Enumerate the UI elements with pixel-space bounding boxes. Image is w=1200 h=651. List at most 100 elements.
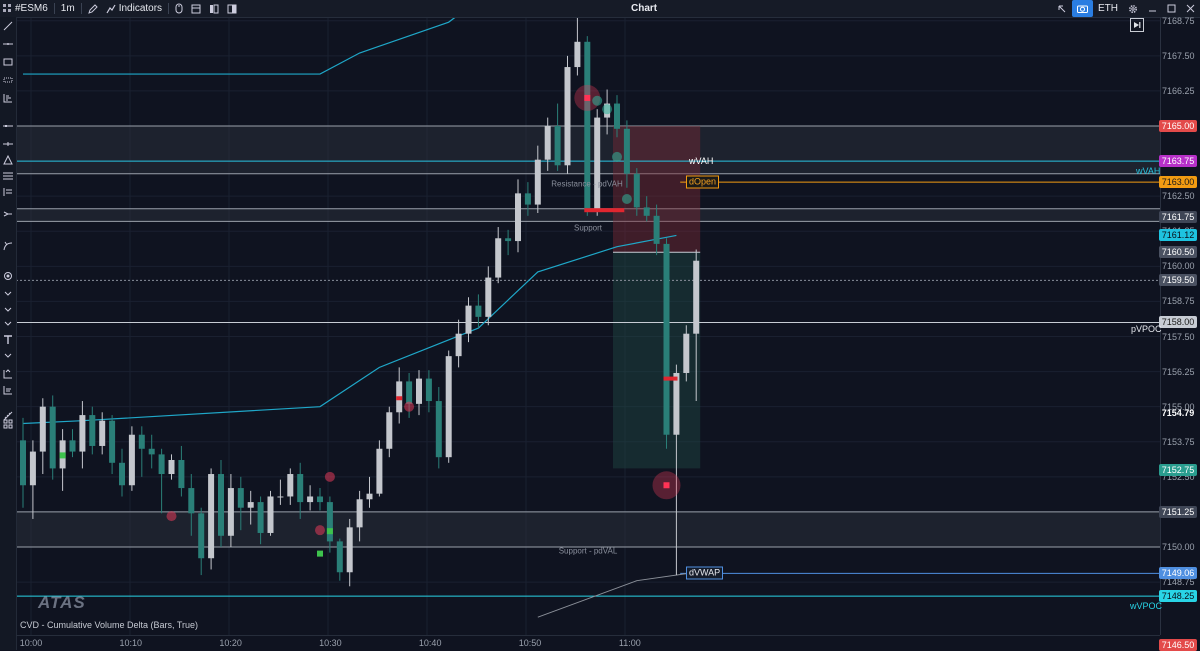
symbol-selector[interactable]: #ESM6 <box>0 0 52 17</box>
cross-line-tool[interactable] <box>1 137 15 151</box>
channel-tool[interactable] <box>1 185 15 199</box>
magnet-icon <box>4 272 12 280</box>
drawing-tool-button[interactable] <box>84 0 102 17</box>
candle-body-26 <box>277 496 284 498</box>
dopen-label: dOpen <box>686 175 720 189</box>
price-tick: 7160.00 <box>1162 261 1195 272</box>
price-range-icon <box>3 369 12 379</box>
imbalance-red-2 <box>396 396 403 401</box>
zoom-tool[interactable] <box>1 303 15 317</box>
horizontal-line-icon <box>3 43 13 45</box>
indicators-button[interactable]: Indicators <box>102 0 166 17</box>
price-tick: 7156.25 <box>1162 366 1195 377</box>
candle-body-29 <box>307 496 314 503</box>
symbol-label: #ESM6 <box>15 3 48 14</box>
price-range-tool[interactable] <box>1 367 15 381</box>
resistance-zone-label: Resistance - pdVAH <box>551 179 623 189</box>
profile-tool[interactable] <box>1 91 15 105</box>
candle-body-50 <box>515 193 521 242</box>
candle-body-25 <box>267 496 274 533</box>
candle-body-33 <box>346 527 353 573</box>
imbalance-green-2 <box>317 550 323 557</box>
grid-icon <box>3 419 13 429</box>
candle-body-20 <box>218 474 224 536</box>
price-label: 7165.00 <box>1159 120 1197 132</box>
mouse-mode-button[interactable] <box>171 0 187 17</box>
price-tick: 7167.50 <box>1162 50 1195 61</box>
settings-button[interactable] <box>1123 0 1143 17</box>
candle-body-23 <box>247 502 254 508</box>
curve-tool[interactable] <box>1 239 15 253</box>
crosshair-button[interactable] <box>1052 0 1072 17</box>
close-icon <box>1186 4 1195 13</box>
atas-logo: ATAS <box>38 593 86 613</box>
range-tool[interactable] <box>1 73 15 87</box>
collapse-tools-button[interactable] <box>1 349 15 363</box>
panel-toggle-button[interactable] <box>223 0 241 17</box>
session-selector[interactable]: ETH <box>1093 0 1123 17</box>
price-label: 7158.00 <box>1159 316 1197 329</box>
candle-body-10 <box>119 462 125 486</box>
support-zone-label: Support <box>573 223 603 233</box>
maximize-button[interactable] <box>1162 0 1181 17</box>
horizontal-line-tool[interactable] <box>1 37 15 51</box>
small-signal-3 <box>404 401 415 412</box>
imbalance-green-1 <box>326 528 333 535</box>
candle-body-5 <box>69 440 76 452</box>
templates-button[interactable] <box>187 0 205 17</box>
line-tool[interactable] <box>1 19 15 33</box>
candle-body-65 <box>663 243 670 435</box>
candle-body-22 <box>237 488 244 508</box>
candle-body-40 <box>416 378 422 404</box>
triangle-tool[interactable] <box>1 153 15 167</box>
layout-button[interactable] <box>205 0 223 17</box>
date-range-tool[interactable] <box>1 383 15 397</box>
price-label: 7149.06 <box>1159 567 1197 580</box>
pitchfork-icon <box>3 211 12 217</box>
candle-body-11 <box>128 434 135 486</box>
price-tick: 7157.50 <box>1162 331 1195 342</box>
remove-drawings-tool[interactable] <box>1 417 15 431</box>
candle-body-30 <box>317 496 323 503</box>
candle-body-60 <box>614 103 620 129</box>
time-axis[interactable] <box>16 635 1160 651</box>
text-icon <box>4 335 12 344</box>
pvpoc-label: pVPOC <box>1131 324 1162 335</box>
close-button[interactable] <box>1181 0 1200 17</box>
price-label: 7163.00 <box>1159 176 1197 189</box>
minimize-button[interactable] <box>1143 0 1162 17</box>
candle-body-63 <box>643 207 650 216</box>
replay-button[interactable] <box>1130 18 1144 32</box>
candle-body-15 <box>168 459 175 475</box>
small-signal-2 <box>315 525 325 536</box>
text-tool[interactable] <box>1 333 15 347</box>
timeframe-selector[interactable]: 1m <box>57 0 79 17</box>
expand-tools-button[interactable] <box>1 287 15 301</box>
price-label: 7163.75 <box>1159 155 1197 168</box>
screenshot-button[interactable] <box>1072 0 1093 17</box>
chevron-down-icon <box>4 291 12 296</box>
signal-dot-0 <box>584 94 591 101</box>
pencil-icon <box>87 3 98 14</box>
candle-body-66 <box>673 372 680 435</box>
top-toolbar: #ESM6 1m Indicators <box>0 0 1200 18</box>
candle-body-58 <box>594 117 601 211</box>
atas-logo-text: ATAS <box>38 593 86 612</box>
fib-tool[interactable] <box>1 169 15 183</box>
signal-dot-1 <box>663 482 670 489</box>
magnet-tool[interactable] <box>1 269 15 283</box>
candle-body-31 <box>326 502 333 542</box>
cvd-indicator-label[interactable]: CVD - Cumulative Volume Delta (Bars, Tru… <box>20 620 198 630</box>
candle-body-0 <box>20 440 26 486</box>
candle-body-44 <box>455 333 462 357</box>
toolbar-divider <box>168 3 170 14</box>
mouse-icon <box>175 3 183 14</box>
zone-2 <box>16 511 1160 547</box>
date-range-icon <box>3 386 12 395</box>
candle-body-55 <box>564 67 571 166</box>
symbol-grid-icon <box>3 4 11 12</box>
rectangle-tool[interactable] <box>1 55 15 69</box>
brush-tool[interactable] <box>1 317 15 331</box>
ray-tool[interactable] <box>1 119 15 133</box>
pitchfork-tool[interactable] <box>1 207 15 221</box>
